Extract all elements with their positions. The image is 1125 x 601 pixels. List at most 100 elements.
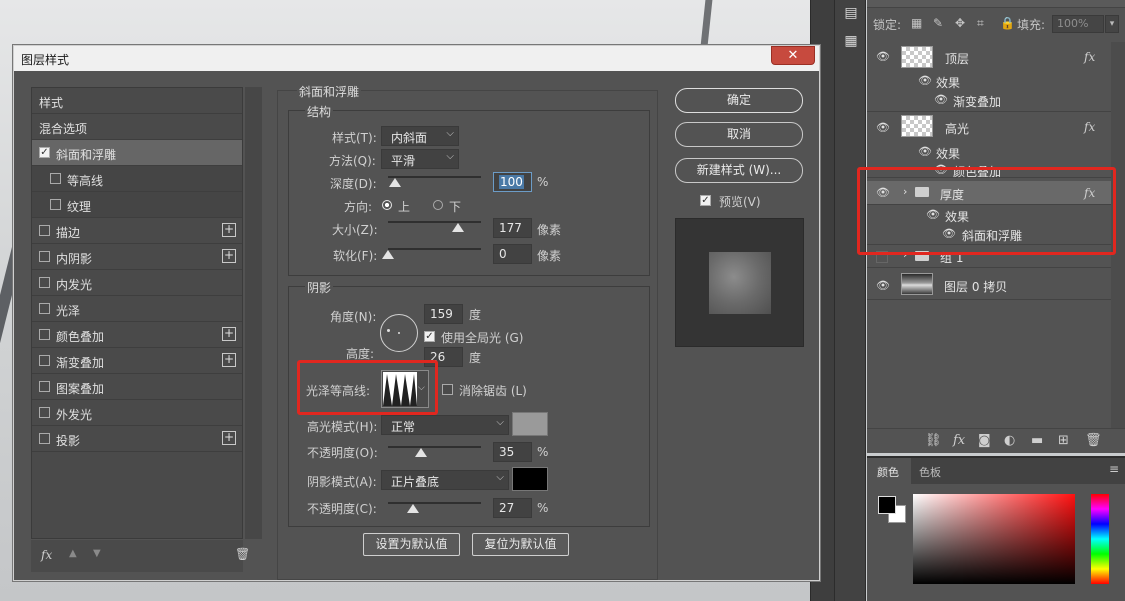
slider-knob[interactable]	[451, 223, 464, 232]
highlight-mode-dropdown[interactable]: 正常 ⌵	[381, 415, 509, 435]
style-item-2[interactable]: ✓ 斜面和浮雕	[32, 140, 242, 166]
add-effect-plus-icon[interactable]: +	[222, 431, 236, 445]
highlight-color-swatch[interactable]	[512, 412, 548, 436]
foreground-color-swatch[interactable]	[878, 496, 896, 514]
delete-style-icon[interactable]: 🗑	[235, 547, 250, 561]
reset-default-button[interactable]: 复位为默认值	[472, 533, 569, 556]
slider-knob[interactable]	[382, 250, 394, 259]
lock-brush-icon[interactable]: ✎	[933, 16, 943, 30]
style-item-5[interactable]: 描边 +	[32, 218, 242, 244]
shadow-color-swatch[interactable]	[512, 467, 548, 491]
style-item-1[interactable]: 混合选项	[32, 114, 242, 140]
style-item-checkbox[interactable]	[39, 329, 50, 340]
style-item-checkbox[interactable]	[39, 277, 50, 288]
properties-icon[interactable]: ▤	[842, 4, 860, 22]
layer-row-layer0-copy[interactable]: 👁 图层 0 拷贝	[867, 270, 1111, 300]
effect-eye-icon[interactable]: 👁	[933, 94, 949, 105]
add-style-fx-icon[interactable]: fx	[953, 433, 965, 448]
lock-transparent-icon[interactable]: ▦	[911, 16, 922, 30]
style-list-scrollbar[interactable]	[245, 87, 262, 539]
visibility-eye-icon[interactable]: 👁	[875, 280, 891, 291]
delete-layer-icon[interactable]: 🗑	[1085, 433, 1102, 448]
highlight-opacity-slider[interactable]	[388, 444, 481, 457]
slider-knob[interactable]	[407, 504, 420, 513]
add-effect-plus-icon[interactable]: +	[222, 223, 236, 237]
shadow-opacity-slider[interactable]	[388, 500, 481, 513]
lock-move-icon[interactable]: ✥	[955, 16, 965, 30]
depth-input[interactable]: 100	[493, 172, 532, 192]
technique-dropdown[interactable]: 平滑 ⌵	[381, 149, 459, 169]
style-item-checkbox[interactable]	[50, 199, 61, 210]
shadow-opacity-input[interactable]: 27	[493, 498, 532, 518]
angle-dial[interactable]	[380, 314, 418, 352]
fill-input[interactable]: 100%	[1052, 15, 1104, 33]
style-item-checkbox[interactable]	[39, 433, 50, 444]
style-item-3[interactable]: 等高线	[32, 166, 242, 192]
new-layer-icon[interactable]: ⊞	[1058, 433, 1069, 448]
cancel-button[interactable]: 取消	[675, 122, 803, 147]
style-item-9[interactable]: 颜色叠加 +	[32, 322, 242, 348]
add-effect-plus-icon[interactable]: +	[222, 327, 236, 341]
layer-row-top[interactable]: 👁 顶层 fx 👁 效果 👁 渐变叠加	[867, 42, 1111, 112]
direction-up-radio[interactable]	[382, 200, 392, 210]
adjustment-layer-icon[interactable]: ◐	[1004, 433, 1015, 448]
fx-icon[interactable]: fx	[1084, 120, 1095, 134]
style-item-checkbox[interactable]	[39, 355, 50, 366]
link-layers-icon[interactable]: ⛓	[925, 433, 942, 448]
style-item-checkbox[interactable]	[39, 407, 50, 418]
move-down-icon[interactable]: ▼	[93, 548, 101, 559]
panel-menu-icon[interactable]: ≡	[1109, 462, 1119, 476]
make-default-button[interactable]: 设置为默认值	[363, 533, 460, 556]
notes-icon[interactable]: ▦	[842, 32, 860, 50]
style-item-checkbox[interactable]	[50, 173, 61, 184]
layer-name[interactable]: 高光	[945, 120, 969, 137]
add-effect-plus-icon[interactable]: +	[222, 353, 236, 367]
tab-color[interactable]: 颜色	[867, 458, 911, 484]
lock-artboard-icon[interactable]: ⌗	[977, 16, 984, 31]
layer-name[interactable]: 顶层	[945, 50, 969, 67]
color-field[interactable]	[913, 494, 1075, 584]
shadow-mode-dropdown[interactable]: 正片叠底 ⌵	[381, 470, 509, 490]
slider-knob[interactable]	[388, 178, 401, 187]
close-button[interactable]: ✕	[771, 46, 815, 65]
style-item-checkbox[interactable]	[39, 251, 50, 262]
new-style-button[interactable]: 新建样式 (W)...	[675, 158, 803, 183]
style-item-8[interactable]: 光泽	[32, 296, 242, 322]
move-up-icon[interactable]: ▲	[69, 548, 77, 559]
hue-slider[interactable]	[1091, 494, 1109, 584]
style-item-11[interactable]: 图案叠加	[32, 374, 242, 400]
soften-input[interactable]: 0	[493, 244, 532, 264]
size-slider[interactable]	[388, 219, 481, 232]
style-item-10[interactable]: 渐变叠加 +	[32, 348, 242, 374]
style-item-13[interactable]: 投影 +	[32, 426, 242, 452]
depth-slider[interactable]	[388, 174, 481, 187]
style-item-checkbox[interactable]	[39, 225, 50, 236]
fx-icon[interactable]: fx	[1084, 50, 1095, 64]
global-light-checkbox[interactable]: ✓	[424, 331, 435, 342]
slider-knob[interactable]	[414, 448, 427, 457]
lock-all-icon[interactable]: 🔒	[1000, 16, 1015, 30]
new-group-icon[interactable]: ▬	[1031, 433, 1043, 448]
fill-dropdown-icon[interactable]: ▾	[1105, 15, 1119, 33]
add-fx-icon[interactable]: fx	[41, 548, 52, 562]
style-item-checkbox[interactable]	[39, 381, 50, 392]
highlight-opacity-input[interactable]: 35	[493, 442, 532, 462]
angle-input[interactable]: 159	[424, 304, 463, 324]
style-item-12[interactable]: 外发光	[32, 400, 242, 426]
preview-checkbox[interactable]: ✓	[700, 195, 711, 206]
visibility-eye-icon[interactable]: 👁	[875, 122, 891, 133]
style-item-7[interactable]: 内发光	[32, 270, 242, 296]
size-input[interactable]: 177	[493, 218, 532, 238]
effects-eye-icon[interactable]: 👁	[917, 146, 933, 157]
tab-swatches[interactable]: 色板	[919, 464, 941, 480]
effects-eye-icon[interactable]: 👁	[917, 75, 933, 86]
style-item-0[interactable]: 样式	[32, 88, 242, 114]
style-item-checkbox[interactable]	[39, 303, 50, 314]
add-mask-icon[interactable]: ◙	[978, 433, 991, 448]
layer-name[interactable]: 图层 0 拷贝	[944, 278, 1007, 295]
ok-button[interactable]: 确定	[675, 88, 803, 113]
style-dropdown[interactable]: 内斜面 ⌵	[381, 126, 459, 146]
add-effect-plus-icon[interactable]: +	[222, 249, 236, 263]
anti-alias-checkbox[interactable]	[442, 384, 453, 395]
visibility-eye-icon[interactable]: 👁	[875, 51, 891, 62]
